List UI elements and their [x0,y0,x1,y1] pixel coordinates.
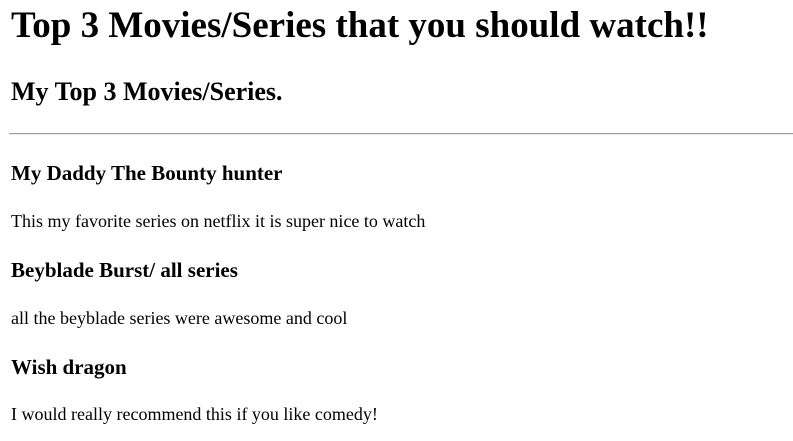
page-subtitle: My Top 3 Movies/Series. [11,77,283,106]
item-description-3: I would really recommend this if you lik… [11,404,378,424]
item-title-1: My Daddy The Bounty hunter [11,161,283,185]
item-description-2: all the beyblade series were awesome and… [11,308,348,328]
horizontal-divider [9,133,793,135]
item-title-2: Beyblade Burst/ all series [11,258,238,282]
page-title: Top 3 Movies/Series that you should watc… [11,5,709,46]
item-description-1: This my favorite series on netflix it is… [11,211,426,231]
page-content: Top 3 Movies/Series that you should watc… [0,0,793,441]
item-title-3: Wish dragon [11,355,127,379]
